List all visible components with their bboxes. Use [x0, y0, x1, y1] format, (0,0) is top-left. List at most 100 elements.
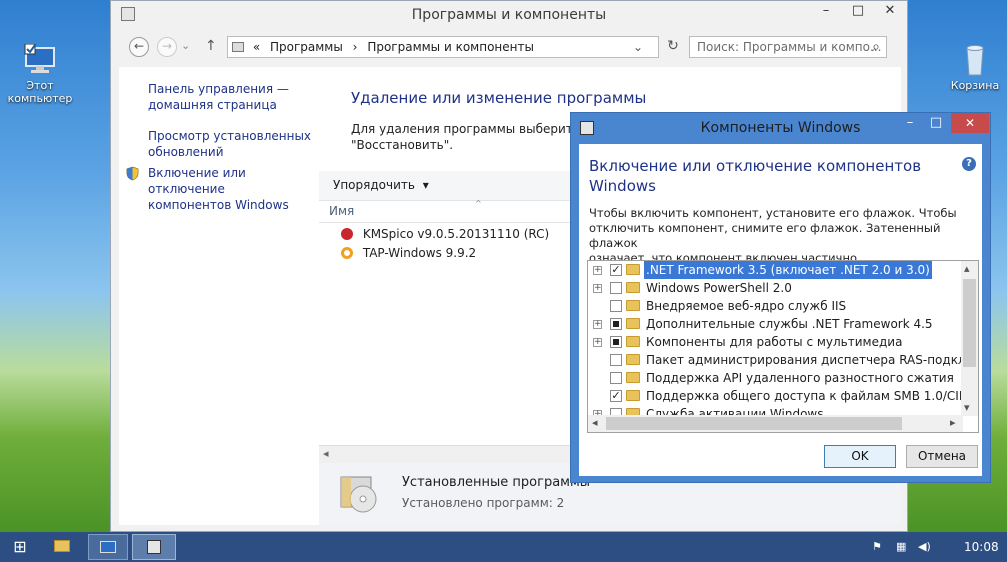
- description-text: Для удаления программы выберите ее: [351, 122, 599, 136]
- scroll-left-button[interactable]: ◂: [592, 416, 598, 429]
- windows-features-link[interactable]: Включение или отключение компонентов Win…: [148, 165, 319, 213]
- address-prefix[interactable]: «: [253, 40, 260, 54]
- feature-label: Поддержка общего доступа к файлам SMB 1.…: [646, 389, 974, 403]
- program-row[interactable]: KMSpico v9.0.5.20131110 (RC): [341, 225, 549, 243]
- desktop-icon-recycle-bin[interactable]: Корзина: [935, 44, 1007, 92]
- details-count: Установлено программ: 2: [402, 496, 565, 510]
- window-titlebar[interactable]: Программы и компоненты – □ ✕: [111, 1, 907, 31]
- scroll-right-button[interactable]: ▸: [950, 416, 956, 429]
- horizontal-scroll-thumb[interactable]: [606, 417, 902, 430]
- desktop-icon-label: компьютер: [7, 92, 73, 105]
- feature-checkbox[interactable]: ✓: [610, 390, 622, 402]
- maximize-button[interactable]: □: [843, 1, 873, 23]
- feature-label: Внедряемое веб-ядро служб IIS: [646, 299, 847, 313]
- expand-icon[interactable]: +: [593, 266, 602, 275]
- help-icon[interactable]: ?: [962, 157, 976, 171]
- folder-icon: [626, 318, 640, 329]
- forward-button[interactable]: →: [157, 37, 177, 57]
- folder-icon: [626, 282, 640, 293]
- feature-row[interactable]: Пакет администрирования диспетчера RAS-п…: [588, 351, 978, 369]
- program-row[interactable]: TAP-Windows 9.9.2: [341, 244, 476, 262]
- link-text: домашняя страница: [148, 98, 277, 112]
- feature-row[interactable]: + Дополнительные службы .NET Framework 4.…: [588, 315, 962, 333]
- computer-icon: [24, 44, 55, 73]
- feature-row[interactable]: Внедряемое веб-ядро служб IIS: [588, 297, 962, 315]
- recycle-bin-icon: [966, 45, 984, 76]
- expand-icon[interactable]: +: [593, 320, 602, 329]
- feature-checkbox[interactable]: [610, 372, 622, 384]
- tree-vertical-scrollbar[interactable]: ▴ ▾: [961, 261, 978, 416]
- control-panel-home-link[interactable]: Панель управления — домашняя страница: [148, 81, 289, 113]
- sort-indicator-icon: ^: [475, 199, 482, 208]
- feature-row[interactable]: Поддержка API удаленного разностного сжа…: [588, 369, 962, 387]
- expand-icon[interactable]: +: [593, 338, 602, 347]
- search-input[interactable]: Поиск: Программы и компо... ⌕: [689, 36, 887, 58]
- window-title: Программы и компоненты: [411, 7, 607, 23]
- feature-row[interactable]: ✓ Поддержка общего доступа к файлам SMB 1…: [588, 387, 973, 405]
- expand-icon[interactable]: +: [593, 284, 602, 293]
- close-button[interactable]: ✕: [875, 1, 905, 23]
- network-icon[interactable]: ▦: [896, 540, 906, 553]
- feature-row[interactable]: + ✓ .NET Framework 3.5 (включает .NET 2.0 …: [588, 261, 962, 279]
- breadcrumb-programs[interactable]: Программы: [270, 40, 343, 54]
- feature-label: .NET Framework 3.5 (включает .NET 2.0 и …: [644, 261, 932, 279]
- back-button[interactable]: ←: [129, 37, 149, 57]
- feature-checkbox[interactable]: [610, 336, 622, 348]
- instruction-text: отключить компонент, снимите его флажок.…: [589, 221, 941, 250]
- scroll-left-button[interactable]: ◂: [323, 447, 329, 460]
- page-description: Для удаления программы выберите ее "Восс…: [351, 121, 599, 153]
- feature-checkbox[interactable]: [610, 318, 622, 330]
- folder-icon: [626, 354, 640, 365]
- address-box[interactable]: « Программы › Программы и компоненты ⌄: [227, 36, 659, 58]
- page-heading: Удаление или изменение программы: [351, 89, 647, 107]
- cancel-button[interactable]: Отмена: [906, 445, 978, 468]
- dialog-heading-text: Включение или отключение компонентов: [589, 157, 922, 175]
- feature-label: Поддержка API удаленного разностного сжа…: [646, 371, 954, 385]
- vertical-scroll-thumb[interactable]: [963, 279, 976, 367]
- clock[interactable]: 10:08: [964, 540, 999, 554]
- refresh-button[interactable]: ↻: [664, 38, 682, 56]
- dialog-close-button[interactable]: ✕: [951, 113, 989, 133]
- taskbar-control-panel[interactable]: [88, 534, 128, 560]
- column-header-name[interactable]: Имя: [329, 204, 354, 218]
- tree-horizontal-scrollbar[interactable]: ◂ ▸: [588, 415, 963, 432]
- volume-icon[interactable]: ◀): [918, 540, 931, 553]
- notification-flag-icon[interactable]: ⚑: [872, 540, 882, 553]
- organize-button[interactable]: Упорядочить ▾: [333, 178, 429, 192]
- scroll-up-button[interactable]: ▴: [964, 262, 970, 275]
- feature-row[interactable]: + Компоненты для работы с мультимедиа: [588, 333, 962, 351]
- breadcrumb-programs-features[interactable]: Программы и компоненты: [367, 40, 534, 54]
- dialog-titlebar[interactable]: Компоненты Windows – □ ✕: [571, 113, 990, 143]
- dialog-minimize-button[interactable]: –: [897, 115, 923, 130]
- dialog-body: Включение или отключение компонентов Win…: [579, 144, 982, 476]
- start-button[interactable]: ⊞: [0, 534, 40, 560]
- search-icon[interactable]: ⌕: [872, 37, 880, 57]
- task-pane: Панель управления — домашняя страница Пр…: [119, 67, 319, 525]
- dialog-instructions: Чтобы включить компонент, установите его…: [589, 206, 974, 266]
- taskbar-explorer[interactable]: [42, 534, 82, 560]
- program-name: KMSpico v9.0.5.20131110 (RC): [362, 227, 550, 241]
- folder-icon: [626, 264, 640, 275]
- minimize-button[interactable]: –: [811, 1, 841, 23]
- feature-row[interactable]: + Windows PowerShell 2.0: [588, 279, 962, 297]
- feature-checkbox[interactable]: [610, 354, 622, 366]
- folder-icon: [232, 42, 244, 52]
- feature-label: Пакет администрирования диспетчера RAS-п…: [646, 353, 979, 367]
- breadcrumb-separator[interactable]: ›: [353, 40, 358, 54]
- ok-button[interactable]: OK: [824, 445, 896, 468]
- feature-checkbox[interactable]: [610, 300, 622, 312]
- scroll-down-button[interactable]: ▾: [964, 401, 970, 414]
- feature-label: Компоненты для работы с мультимедиа: [646, 335, 903, 349]
- feature-checkbox[interactable]: [610, 282, 622, 294]
- folder-icon: [626, 300, 640, 311]
- taskbar-windows-features[interactable]: [132, 534, 176, 560]
- address-dropdown-icon[interactable]: ⌄: [633, 37, 643, 57]
- installed-programs-icon: [340, 476, 377, 513]
- desktop-icon-this-pc[interactable]: Этот компьютер: [0, 44, 80, 105]
- dialog-maximize-button[interactable]: □: [923, 115, 949, 130]
- view-updates-link[interactable]: Просмотр установленных обновлений: [148, 128, 311, 160]
- feature-checkbox[interactable]: ✓: [610, 264, 622, 276]
- up-button[interactable]: ↑: [205, 38, 217, 54]
- kmspico-icon: [341, 228, 353, 240]
- history-dropdown-icon[interactable]: ⌄: [181, 39, 190, 52]
